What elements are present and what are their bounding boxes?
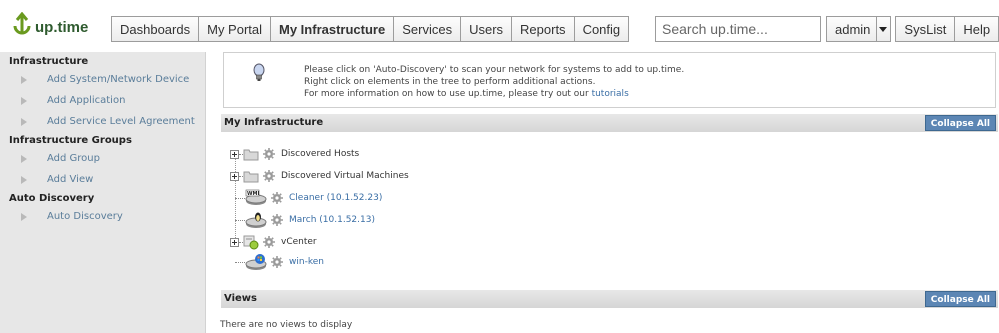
sidebar-item-add-group[interactable]: Add Group bbox=[0, 148, 205, 169]
triangle-right-icon bbox=[21, 76, 27, 84]
info-line-2: Right click on elements in the tree to p… bbox=[304, 77, 596, 87]
gear-icon[interactable] bbox=[263, 170, 275, 182]
folder-icon bbox=[243, 171, 259, 183]
expand-icon[interactable] bbox=[230, 237, 239, 247]
tree-node-cleaner[interactable]: WMI Cleaner (10.1.52.23) bbox=[235, 188, 382, 208]
sidebar: Infrastructure Add System/Network Device… bbox=[0, 52, 206, 333]
gear-icon[interactable] bbox=[263, 148, 275, 160]
tree-label[interactable]: win-ken bbox=[289, 257, 324, 267]
gear-icon[interactable] bbox=[271, 192, 283, 204]
user-nav: admin SysList Help bbox=[826, 16, 999, 42]
nav-help[interactable]: Help bbox=[955, 16, 999, 42]
folder-icon bbox=[243, 149, 259, 161]
no-views-text: There are no views to display bbox=[220, 320, 353, 330]
top-bar: up.time Dashboards My Portal My Infrastr… bbox=[0, 0, 999, 50]
gear-icon[interactable] bbox=[271, 256, 283, 268]
sidebar-item-label: Add Application bbox=[47, 95, 126, 106]
sidebar-item-label: Add Group bbox=[47, 153, 100, 164]
wmi-server-icon: WMI bbox=[245, 189, 267, 205]
sidebar-item-label: Add Service Level Agreement bbox=[47, 116, 195, 127]
tree-node-win-ken[interactable]: win-ken bbox=[235, 252, 324, 272]
windows-server-icon bbox=[245, 254, 267, 270]
nav-users[interactable]: Users bbox=[461, 16, 513, 42]
sidebar-item-add-sla[interactable]: Add Service Level Agreement bbox=[0, 111, 205, 132]
user-dropdown[interactable]: admin bbox=[826, 16, 892, 42]
info-text: Please click on 'Auto-Discovery' to scan… bbox=[304, 64, 684, 100]
views-collapse-all-button[interactable]: Collapse All bbox=[924, 291, 996, 307]
sidebar-item-add-system[interactable]: Add System/Network Device bbox=[0, 69, 205, 90]
collapse-all-button[interactable]: Collapse All bbox=[924, 115, 996, 131]
info-line-3: For more information on how to use up.ti… bbox=[304, 88, 684, 100]
lightbulb-icon bbox=[253, 63, 265, 81]
tree-node-discovered-hosts[interactable]: Discovered Hosts bbox=[230, 144, 359, 164]
triangle-right-icon bbox=[21, 97, 27, 105]
tree-label[interactable]: March (10.1.52.13) bbox=[289, 215, 375, 225]
tree-label[interactable]: Cleaner (10.1.52.23) bbox=[289, 193, 382, 203]
chevron-down-icon[interactable] bbox=[876, 17, 890, 41]
views-title: Views bbox=[224, 293, 257, 304]
logo[interactable]: up.time bbox=[11, 10, 88, 38]
nav-my-portal[interactable]: My Portal bbox=[199, 16, 272, 42]
sidebar-item-add-application[interactable]: Add Application bbox=[0, 90, 205, 111]
expand-icon[interactable] bbox=[230, 149, 239, 159]
uptime-arrow-icon bbox=[13, 12, 31, 35]
triangle-right-icon bbox=[21, 155, 27, 163]
my-infrastructure-header: My Infrastructure Collapse All bbox=[221, 114, 998, 132]
nav-syslist[interactable]: SysList bbox=[895, 16, 956, 42]
my-infrastructure-title: My Infrastructure bbox=[224, 117, 324, 128]
svg-text:WMI: WMI bbox=[247, 191, 259, 197]
tree-node-march[interactable]: March (10.1.52.13) bbox=[235, 210, 375, 230]
sidebar-item-label: Add System/Network Device bbox=[47, 74, 190, 85]
expand-icon[interactable] bbox=[230, 171, 239, 181]
nav-config[interactable]: Config bbox=[574, 16, 630, 42]
sidebar-heading-auto-discovery: Auto Discovery bbox=[9, 193, 95, 204]
sidebar-item-add-view[interactable]: Add View bbox=[0, 169, 205, 190]
tree-label: vCenter bbox=[281, 237, 317, 247]
info-line-3-text: For more information on how to use up.ti… bbox=[304, 89, 592, 99]
sidebar-item-auto-discovery[interactable]: Auto Discovery bbox=[0, 206, 205, 227]
logo-text: up.time bbox=[35, 19, 89, 36]
sidebar-heading-infrastructure: Infrastructure bbox=[9, 56, 89, 67]
views-header: Views Collapse All bbox=[221, 290, 998, 308]
triangle-right-icon bbox=[21, 176, 27, 184]
nav-my-infrastructure[interactable]: My Infrastructure bbox=[271, 16, 395, 42]
sidebar-heading-infrastructure-groups: Infrastructure Groups bbox=[9, 135, 132, 146]
sidebar-item-label: Add View bbox=[47, 174, 94, 185]
search-input[interactable] bbox=[655, 16, 821, 42]
linux-server-icon bbox=[245, 212, 267, 228]
gear-icon[interactable] bbox=[271, 214, 283, 226]
info-box: Please click on 'Auto-Discovery' to scan… bbox=[223, 52, 996, 108]
tree-node-vcenter[interactable]: vCenter bbox=[230, 232, 317, 252]
tutorials-link[interactable]: tutorials bbox=[592, 89, 629, 99]
nav-reports[interactable]: Reports bbox=[512, 16, 575, 42]
user-name: admin bbox=[835, 21, 871, 37]
info-line-1: Please click on 'Auto-Discovery' to scan… bbox=[304, 65, 685, 75]
triangle-right-icon bbox=[21, 118, 27, 126]
gear-icon[interactable] bbox=[263, 236, 275, 248]
triangle-right-icon bbox=[21, 213, 27, 221]
tree-label: Discovered Virtual Machines bbox=[281, 171, 409, 181]
tree-node-discovered-vms[interactable]: Discovered Virtual Machines bbox=[230, 166, 409, 186]
main-nav: Dashboards My Portal My Infrastructure S… bbox=[111, 16, 630, 42]
tree-label: Discovered Hosts bbox=[281, 149, 360, 159]
nav-services[interactable]: Services bbox=[394, 16, 462, 42]
nav-dashboards[interactable]: Dashboards bbox=[111, 16, 200, 42]
sidebar-item-label: Auto Discovery bbox=[47, 211, 123, 222]
vcenter-icon bbox=[243, 235, 259, 250]
